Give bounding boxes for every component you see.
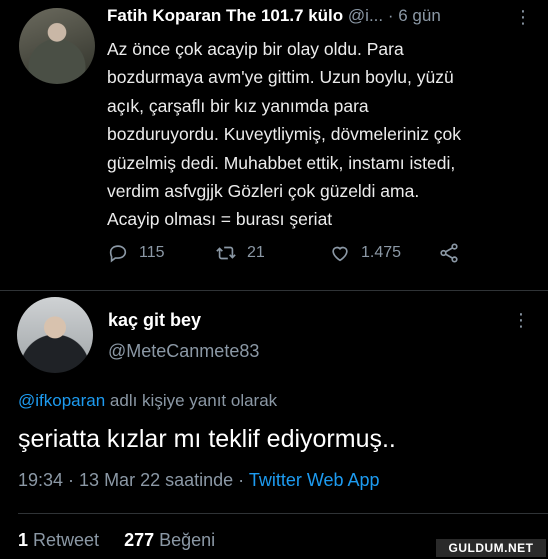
tweet-line: Acayip olması = burası şeriat <box>107 209 333 230</box>
replying-label: adlı kişiye yanıt olarak <box>105 391 278 410</box>
author-handle[interactable]: @i... <box>348 6 383 25</box>
retweet-stat[interactable]: 1 Retweet <box>18 530 99 550</box>
retweet-count: 1 <box>18 530 29 550</box>
tweet-timestamp[interactable]: 19:34 · 13 Mar 22 saatinde · <box>18 470 249 490</box>
tweet-meta: 19:34 · 13 Mar 22 saatinde · Twitter Web… <box>18 470 380 491</box>
tweet-time[interactable]: · 6 gün <box>388 6 441 25</box>
more-icon[interactable]: ⋮ <box>514 8 532 26</box>
tweet-header: Fatih Koparan The 101.7 külo @i... · 6 g… <box>107 6 537 30</box>
like-count: 1.475 <box>361 244 402 261</box>
author-name[interactable]: Fatih Koparan The 101.7 külo <box>107 6 343 25</box>
more-icon[interactable]: ⋮ <box>512 311 530 329</box>
reply-icon <box>109 245 127 263</box>
retweet-label: Retweet <box>28 530 100 550</box>
tweet-line: güzelmiş dedi. Muhabbet ettik, instamı i… <box>107 152 456 173</box>
tweet-line: bozdurmaya avm'ye gittim. Uzun boylu, yü… <box>107 67 454 88</box>
watermark: GULDUM.NET <box>436 539 546 557</box>
tweet-stats: 1 Retweet 277 Beğeni <box>18 530 215 551</box>
author-name[interactable]: kaç git bey <box>108 310 201 331</box>
tweet-line: açık, çarşaflı bir kız yanımda para <box>107 95 369 116</box>
reply-count: 115 <box>139 244 165 261</box>
reply-button[interactable]: 115 <box>107 238 165 268</box>
tweet-text: şeriatta kızlar mı teklif ediyormuş.. <box>18 425 396 453</box>
heart-icon <box>332 246 348 262</box>
source-app-link[interactable]: Twitter Web App <box>249 470 380 490</box>
retweet-icon <box>216 246 236 260</box>
tweet-actions: 115 21 1.475 <box>107 238 507 268</box>
divider <box>18 513 548 514</box>
like-count: 277 <box>124 530 155 550</box>
tweet-original: Fatih Koparan The 101.7 külo @i... · 6 g… <box>0 0 548 290</box>
author-handle[interactable]: @MeteCanmete83 <box>108 341 259 362</box>
tweet-line: bozduruyordu. Kuveytliymiş, dövmeleriniz… <box>107 124 462 145</box>
share-icon <box>440 243 458 263</box>
replying-to: @ifkoparan adlı kişiye yanıt olarak <box>18 391 277 411</box>
avatar[interactable] <box>19 8 95 84</box>
avatar[interactable] <box>17 297 93 373</box>
like-label: Beğeni <box>154 530 216 550</box>
tweet-line: Az önce çok acayip bir olay oldu. Para <box>107 39 404 59</box>
like-button[interactable]: 1.475 <box>329 238 401 268</box>
retweet-button[interactable]: 21 <box>215 238 265 268</box>
tweet-line: verdim asfvgjjk Gözleri çok güzeldi ama. <box>107 181 420 202</box>
tweet-text: Az önce çok acayip bir olay oldu. Para b… <box>107 35 537 234</box>
mention-link[interactable]: @ifkoparan <box>18 391 105 410</box>
divider <box>0 290 548 291</box>
like-stat[interactable]: 277 Beğeni <box>124 530 215 550</box>
share-button[interactable] <box>438 238 460 268</box>
retweet-count: 21 <box>247 244 265 261</box>
